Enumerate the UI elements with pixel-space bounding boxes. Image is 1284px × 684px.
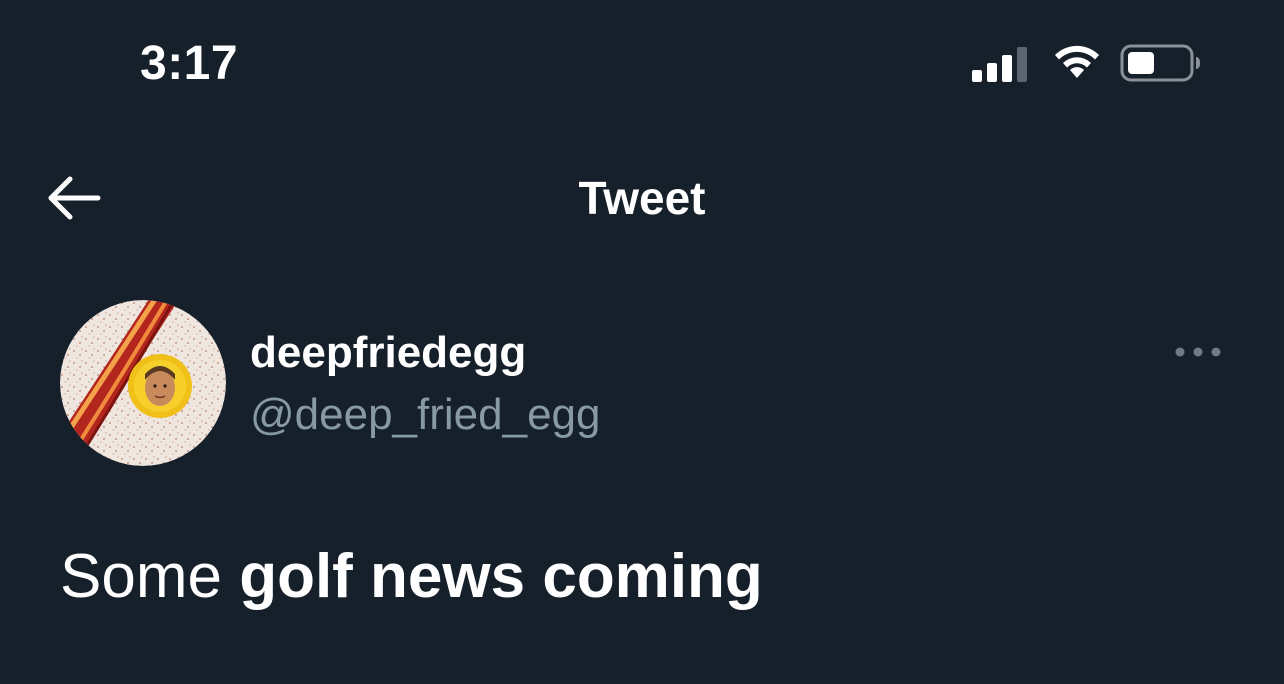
more-horizontal-icon	[1175, 347, 1221, 357]
status-time: 3:17	[140, 37, 239, 90]
avatar[interactable]	[60, 300, 226, 466]
author-display-name[interactable]: deepfriedegg	[250, 326, 526, 380]
tweet-text-normal: Some	[60, 542, 240, 611]
signal-icon	[972, 47, 1027, 82]
wifi-icon	[1055, 45, 1099, 78]
author-handle[interactable]: @deep_fried_egg	[250, 388, 601, 442]
tweet-text: Some golf news coming	[60, 540, 763, 614]
battery-icon	[1120, 44, 1200, 82]
tweet-text-bold: golf news coming	[239, 542, 763, 611]
fried-egg-bacon-avatar-image	[60, 300, 226, 466]
page-title: Tweet	[578, 172, 706, 224]
tweet-screen: 3:17 Tweet deepfriedegg @deep_fried_egg …	[0, 0, 1284, 684]
status-icons	[970, 40, 1210, 88]
more-options-button[interactable]	[1168, 334, 1228, 370]
